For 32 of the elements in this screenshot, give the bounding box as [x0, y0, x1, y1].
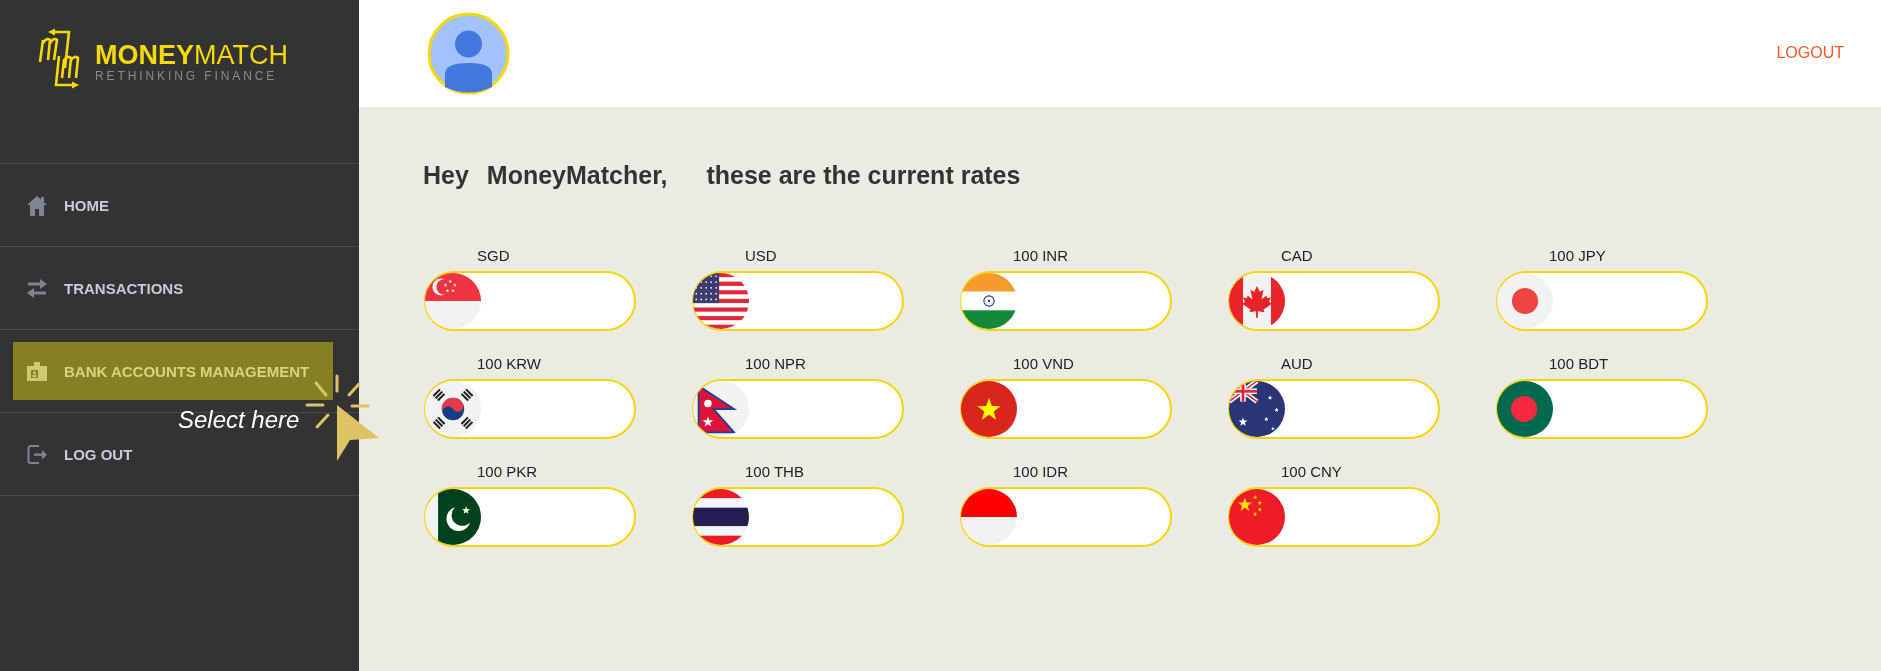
currency-label: AUD — [1280, 355, 1314, 373]
logo-mark-icon — [38, 28, 82, 90]
vietnam-flag-icon — [961, 381, 1017, 437]
currency-label: USD — [744, 247, 778, 265]
id-badge-icon — [26, 360, 48, 382]
currency-label: 100 PKR — [476, 463, 539, 481]
brand-tagline: RETHINKING FINANCE — [95, 70, 279, 83]
hint-text: Select here — [178, 406, 300, 434]
swap-arrows-icon — [26, 277, 48, 299]
south-korea-flag-icon — [425, 381, 481, 437]
japan-flag-icon — [1497, 273, 1553, 329]
currency-label: 100 NPR — [744, 355, 807, 373]
currency-label: SGD — [476, 247, 511, 265]
currency-label: 100 INR — [1012, 247, 1070, 265]
sidebar-item[interactable]: HOME — [13, 176, 333, 234]
sidebar-item[interactable]: TRANSACTIONS — [13, 259, 333, 317]
currency-label: CAD — [1280, 247, 1314, 265]
currency-label: 100 JPY — [1548, 247, 1607, 265]
brand-wordmark: MONEYMATCH — [95, 40, 288, 70]
indonesia-flag-icon — [961, 489, 1017, 545]
currency-label: 100 THB — [744, 463, 805, 481]
currency-label: 100 KRW — [476, 355, 542, 373]
currency-label: 100 IDR — [1012, 463, 1070, 481]
avatar-icon[interactable] — [427, 12, 510, 95]
currency-label: 100 VND — [1012, 355, 1075, 373]
currency-label: 100 CNY — [1280, 463, 1343, 481]
greeting-heading: Hey MoneyMatcher, these are the current rates — [423, 160, 1022, 190]
canada-flag-icon — [1229, 273, 1285, 329]
currency-label: 100 BDT — [1548, 355, 1610, 373]
logout-icon — [26, 443, 48, 465]
bangladesh-flag-icon — [1497, 381, 1553, 437]
home-icon — [26, 194, 48, 216]
